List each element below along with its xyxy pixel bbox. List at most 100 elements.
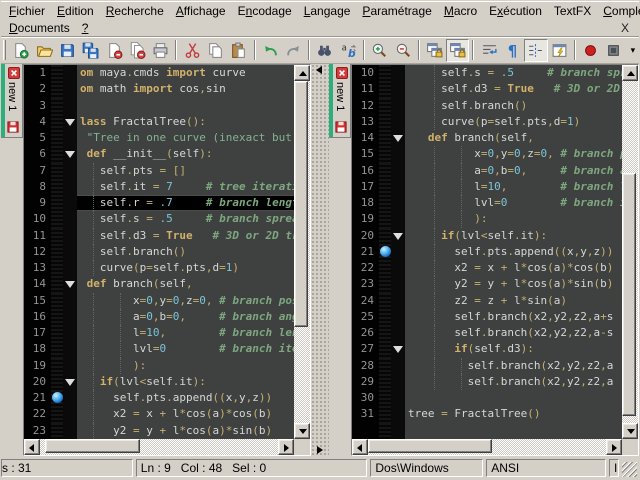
print-button[interactable]	[149, 39, 172, 62]
fold-margin[interactable]	[63, 341, 77, 357]
fold-margin[interactable]	[63, 358, 77, 374]
code-text[interactable]: curve(p=self.pts,d=1)	[77, 260, 294, 276]
fold-margin[interactable]	[391, 146, 405, 162]
fold-margin[interactable]	[391, 293, 405, 309]
menu-item-fichier[interactable]: Fichier	[3, 3, 51, 19]
fold-margin[interactable]	[391, 390, 405, 406]
fold-margin[interactable]	[391, 81, 405, 97]
code-text[interactable]: ):	[77, 358, 294, 374]
code-text[interactable]: self.pts.append((x,y,z))	[77, 390, 294, 406]
code-line[interactable]: 12 self.branch()	[24, 244, 294, 260]
code-text[interactable]: self.it = 7 # tree iterations	[77, 179, 294, 195]
menu-item-edition[interactable]: Edition	[51, 3, 100, 19]
fold-margin[interactable]	[63, 98, 77, 114]
scroll-left-button[interactable]	[24, 439, 40, 455]
fold-margin[interactable]	[391, 98, 405, 114]
save-file-button[interactable]	[56, 39, 79, 62]
code-text[interactable]: self.branch(x2,y2,z2,a-s	[405, 325, 622, 341]
fold-margin[interactable]	[391, 65, 405, 81]
code-line[interactable]: 27 if(self.d3):	[352, 341, 622, 357]
editor-pane-right[interactable]: 10 self.s = .5 # branch spreading11 self…	[351, 64, 639, 456]
code-text[interactable]: ):	[405, 211, 622, 227]
fold-margin[interactable]	[391, 114, 405, 130]
fold-margin[interactable]	[391, 244, 405, 260]
menu-item-encodage[interactable]: Encodage	[232, 3, 298, 19]
scroll-thumb[interactable]	[45, 439, 140, 453]
word-wrap-button[interactable]	[477, 39, 500, 62]
indent-guide-button[interactable]	[524, 39, 547, 62]
menu-item-ex-cution[interactable]: Exécution	[483, 3, 548, 19]
new-file-button[interactable]	[9, 39, 32, 62]
fold-margin[interactable]	[63, 65, 77, 81]
code-line[interactable]: 21 self.pts.append((x,y,z))	[352, 244, 622, 260]
fold-margin[interactable]	[63, 406, 77, 422]
scroll-track[interactable]	[294, 81, 310, 423]
code-text[interactable]: tree = FractalTree()	[405, 406, 622, 422]
fold-margin[interactable]	[391, 130, 405, 146]
code-text[interactable]: y2 = y + l*cos(a)*sin(b)	[405, 276, 622, 292]
undo-button[interactable]	[259, 39, 282, 62]
code-text[interactable]: def branch(self,	[77, 276, 294, 292]
code-line[interactable]: 9 self.r = .7 # branch length factor	[24, 195, 294, 211]
code-line[interactable]: 14 def branch(self,	[24, 276, 294, 292]
fold-margin[interactable]	[63, 195, 77, 211]
scroll-down-button[interactable]	[622, 423, 638, 439]
scroll-up-button[interactable]	[294, 65, 310, 81]
code-text[interactable]: def __init__(self):	[77, 146, 294, 162]
horizontal-scrollbar-right[interactable]	[368, 439, 606, 455]
fold-margin[interactable]	[63, 114, 77, 130]
code-text[interactable]: curve(p=self.pts,d=1)	[405, 114, 622, 130]
code-text[interactable]: y2 = y + l*cos(a)*sin(b)	[77, 423, 294, 439]
menu-item-recherche[interactable]: Recherche	[100, 3, 170, 19]
scroll-right-button[interactable]	[606, 439, 622, 455]
code-line[interactable]: 31tree = FractalTree()	[352, 406, 622, 422]
fold-margin[interactable]	[391, 195, 405, 211]
user-define-dialog-button[interactable]	[548, 39, 571, 62]
stop-macro-button[interactable]	[602, 39, 625, 62]
code-line[interactable]: 23 y2 = y + l*cos(a)*sin(b)	[24, 423, 294, 439]
fold-margin[interactable]	[63, 260, 77, 276]
code-text[interactable]	[77, 98, 294, 114]
fold-open-icon[interactable]	[65, 379, 75, 386]
code-line[interactable]: 29 self.branch(x2,y2,z2,a	[352, 374, 622, 390]
fold-margin[interactable]	[391, 341, 405, 357]
code-line[interactable]: 20 if(lvl<self.it):	[24, 374, 294, 390]
copy-button[interactable]	[204, 39, 227, 62]
code-text[interactable]: a=0,b=0, # branch angle	[405, 163, 622, 179]
code-line[interactable]: 30	[352, 390, 622, 406]
find-button[interactable]	[313, 39, 336, 62]
scroll-up-button[interactable]	[622, 65, 638, 81]
fold-margin[interactable]	[63, 309, 77, 325]
scroll-thumb[interactable]	[294, 81, 308, 327]
menu-item-documents[interactable]: Documents	[3, 20, 76, 36]
fold-margin[interactable]	[63, 390, 77, 406]
code-text[interactable]: l=10, # branch length	[77, 325, 294, 341]
code-text[interactable]: self.branch(x2,y2,z2,a+s	[405, 309, 622, 325]
code-line[interactable]: 21 self.pts.append((x,y,z))	[24, 390, 294, 406]
paste-button[interactable]	[227, 39, 250, 62]
menu-item-compl-ments[interactable]: Compléments	[597, 3, 640, 19]
code-text[interactable]: self.d3 = True # 3D or 2D tree	[77, 228, 294, 244]
code-line[interactable]: 18 lvl=0 # branch iteration	[24, 341, 294, 357]
fold-margin[interactable]	[63, 293, 77, 309]
code-line[interactable]: 19 ):	[24, 358, 294, 374]
fold-open-icon[interactable]	[393, 135, 403, 142]
scroll-down-button[interactable]	[294, 423, 310, 439]
fold-open-icon[interactable]	[65, 281, 75, 288]
code-line[interactable]: 25 self.branch(x2,y2,z2,a+s	[352, 309, 622, 325]
fold-margin[interactable]	[391, 163, 405, 179]
code-line[interactable]: 3	[24, 98, 294, 114]
pane-splitter[interactable]	[311, 64, 329, 456]
code-text[interactable]: x=0,y=0,z=0, # branch position	[405, 146, 622, 162]
code-text[interactable]: x2 = x + l*cos(a)*cos(b)	[77, 406, 294, 422]
fold-open-icon[interactable]	[65, 119, 75, 126]
close-file-button[interactable]	[102, 39, 125, 62]
splitter-collapse-right-icon[interactable]	[317, 446, 323, 454]
fold-margin[interactable]	[391, 276, 405, 292]
sync-scroll-vertical-button[interactable]	[423, 39, 446, 62]
sync-scroll-horizontal-button[interactable]	[446, 39, 469, 62]
code-area-left[interactable]: 1om maya.cmds import curve2om math impor…	[24, 65, 294, 439]
code-line[interactable]: 28 self.branch(x2,y2,z2,a	[352, 358, 622, 374]
fold-margin[interactable]	[63, 423, 77, 439]
code-line[interactable]: 2om math import cos,sin	[24, 81, 294, 97]
